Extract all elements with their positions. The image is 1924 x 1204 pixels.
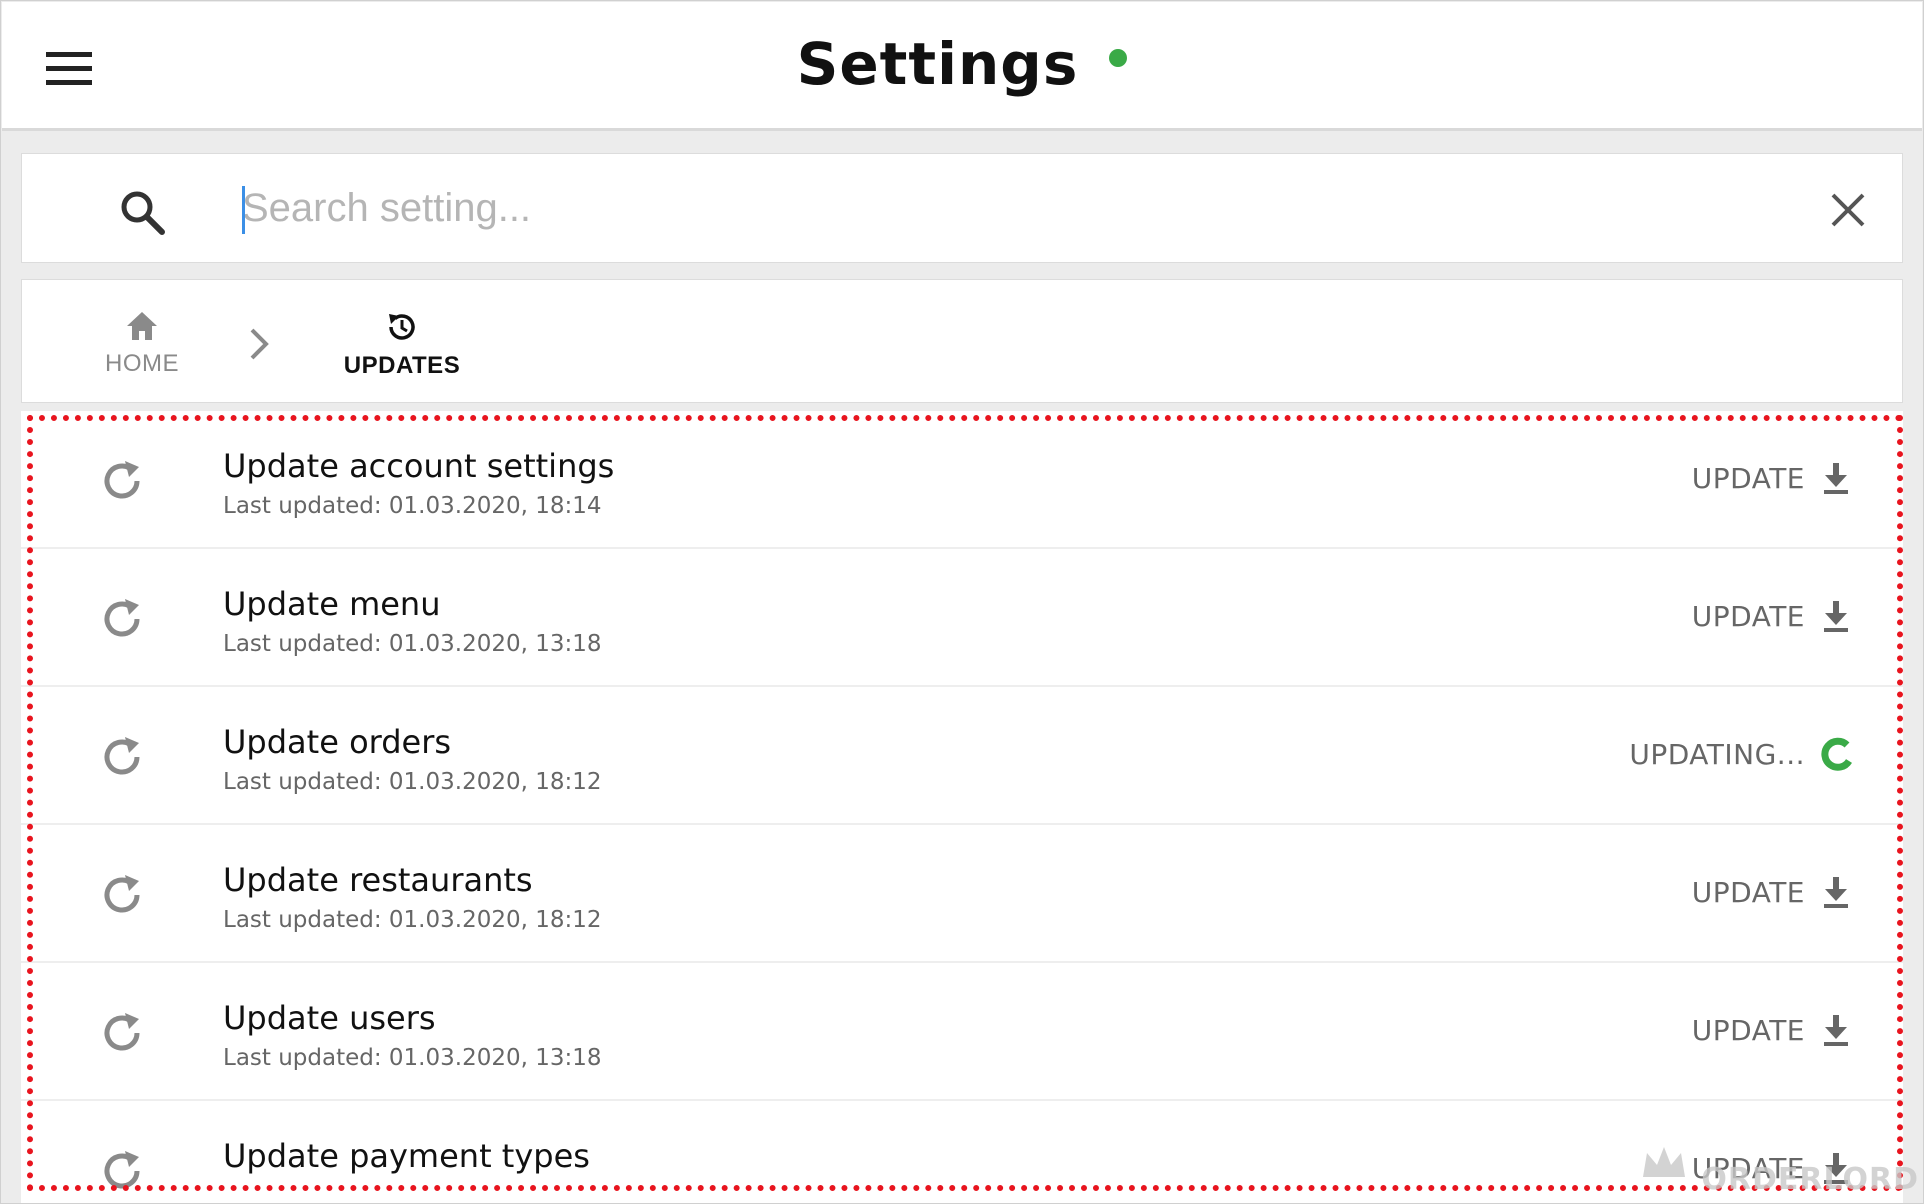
download-icon	[1824, 463, 1848, 494]
update-row-title: Update orders	[223, 723, 452, 761]
last-updated-text: Last updated: 01.03.2020, 13:18	[223, 1045, 602, 1071]
last-updated-text: Last updated: 01.03.2020, 18:12	[223, 907, 602, 933]
update-row[interactable]: Update menu Last updated: 01.03.2020, 13:…	[21, 549, 1903, 687]
refresh-icon	[104, 1013, 140, 1051]
action-label: UPDATE	[1691, 875, 1805, 909]
update-row[interactable]: Update payment types UPDATE	[21, 1101, 1903, 1203]
download-icon	[1824, 1015, 1848, 1046]
download-icon	[1824, 877, 1848, 908]
refresh-icon	[104, 1151, 140, 1189]
history-icon	[389, 314, 415, 340]
chevron-right-icon	[250, 328, 269, 360]
close-icon[interactable]	[1830, 192, 1866, 228]
search-icon[interactable]	[118, 188, 166, 236]
breadcrumb-home-label: HOME	[105, 350, 179, 377]
update-button[interactable]: UPDATE	[1692, 461, 1853, 495]
update-row-title: Update menu	[223, 585, 441, 623]
app-frame: Settings HOME	[0, 0, 1924, 1204]
last-updated-text: Last updated: 01.03.2020, 18:12	[223, 769, 602, 795]
watermark-logo: ORDERLORD	[1701, 1162, 1919, 1197]
update-row-title: Update account settings	[223, 447, 615, 485]
action-label: UPDATE	[1691, 461, 1805, 495]
crown-logo-icon	[1643, 1147, 1685, 1177]
last-updated-text: Last updated: 01.03.2020, 18:14	[223, 493, 602, 519]
update-row-title: Update users	[223, 999, 436, 1037]
updating-status: UPDATING...	[1629, 737, 1853, 771]
home-icon	[127, 312, 157, 340]
update-row-title: Update restaurants	[223, 861, 533, 899]
update-row[interactable]: Update users Last updated: 01.03.2020, 13…	[21, 963, 1903, 1101]
online-status-dot	[1109, 49, 1128, 67]
download-icon	[1824, 601, 1848, 632]
refresh-icon	[104, 599, 140, 637]
text-cursor	[242, 186, 245, 234]
breadcrumb-updates-label: UPDATES	[343, 352, 461, 379]
loading-spinner-icon	[1821, 737, 1852, 771]
action-label: UPDATE	[1691, 1013, 1805, 1047]
refresh-icon	[104, 461, 140, 499]
refresh-icon	[104, 875, 140, 913]
title-container: Settings	[2, 30, 1922, 98]
update-button[interactable]: UPDATE	[1692, 1013, 1853, 1047]
search-input[interactable]	[242, 180, 1742, 236]
breadcrumb-home[interactable]: HOME	[82, 310, 202, 378]
breadcrumb: HOME UPDATES	[21, 279, 1903, 403]
breadcrumb-updates[interactable]: UPDATES	[312, 310, 492, 380]
action-label: UPDATE	[1691, 599, 1805, 633]
search-bar	[21, 153, 1903, 263]
page-title: Settings	[796, 30, 1079, 98]
update-button[interactable]: UPDATE	[1692, 599, 1853, 633]
refresh-icon	[104, 737, 140, 775]
update-row[interactable]: Update account settings Last updated: 01.…	[21, 411, 1903, 549]
updates-list: Update account settings Last updated: 01.…	[21, 411, 1903, 1203]
update-row[interactable]: Update orders Last updated: 01.03.2020, 1…	[21, 687, 1903, 825]
last-updated-text: Last updated: 01.03.2020, 13:18	[223, 631, 602, 657]
update-row-title: Update payment types	[223, 1137, 590, 1175]
top-bar: Settings	[2, 2, 1922, 131]
update-button[interactable]: UPDATE	[1692, 875, 1853, 909]
update-row[interactable]: Update restaurants Last updated: 01.03.20…	[21, 825, 1903, 963]
action-label: UPDATING...	[1629, 737, 1805, 771]
